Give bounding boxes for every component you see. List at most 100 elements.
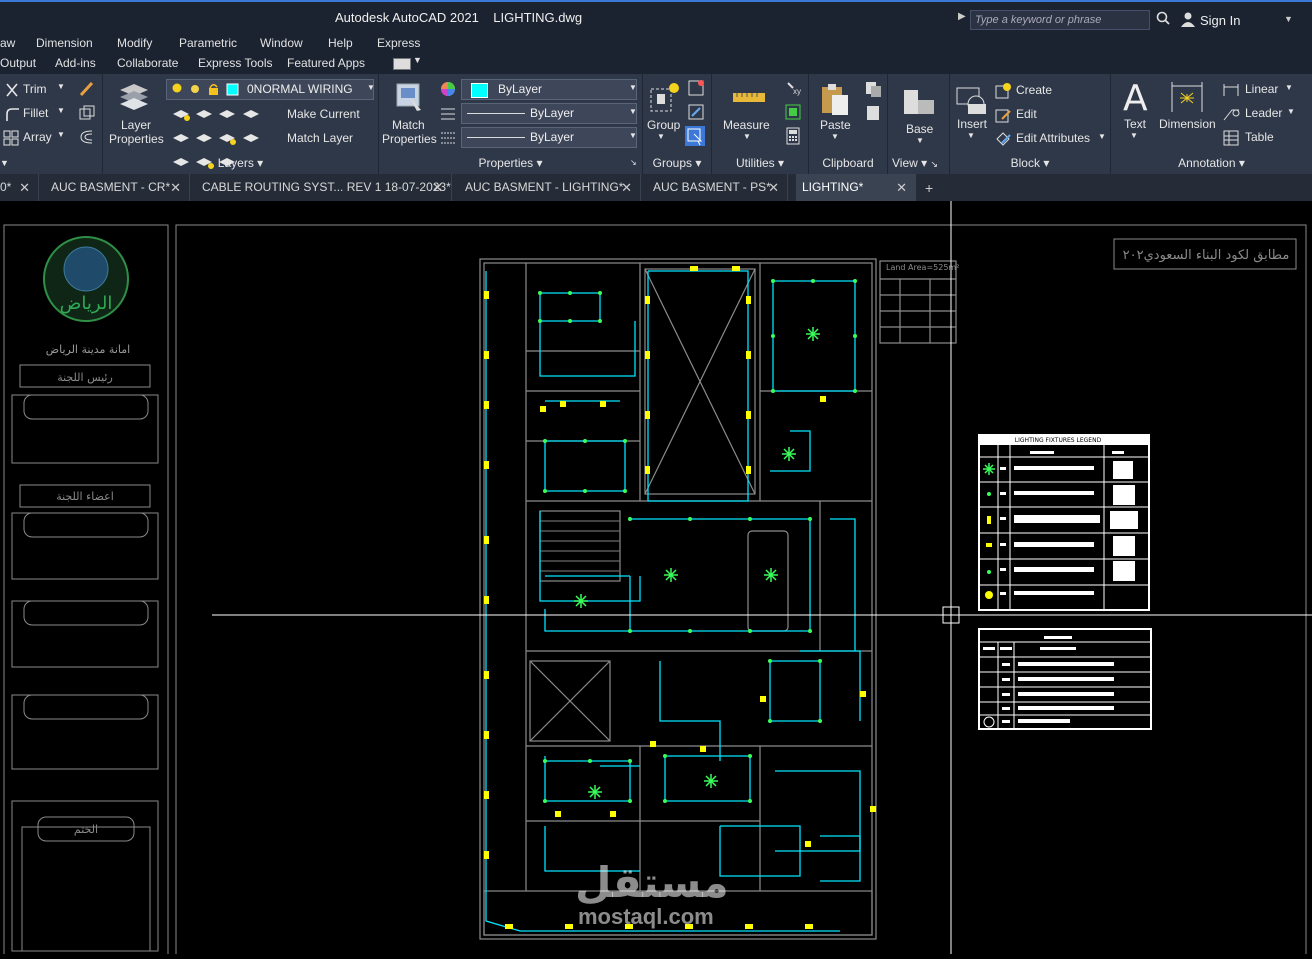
block-panel-title[interactable]: Block ▾ (950, 156, 1110, 170)
doc-tab-4[interactable]: AUC BASMENT - PS* ✕ (647, 174, 788, 201)
drawing-canvas[interactable]: الرياض امانة مدينة الرياض رئيس اللجنة اع… (0, 201, 1312, 956)
calculator-icon[interactable] (784, 127, 802, 150)
offset-icon[interactable] (78, 128, 96, 151)
block-panel: Insert ▼ Create Edit Edit Attributes ▼ B… (950, 74, 1111, 174)
menu-express[interactable]: Express (377, 36, 420, 50)
code-note: مطابق لكود البناء السعودي٢٠٢ (1123, 248, 1290, 263)
measure-icon (732, 90, 766, 109)
dialog-launcher-icon[interactable]: ↘ (630, 158, 637, 167)
close-icon[interactable]: ✕ (768, 174, 779, 201)
new-tab-icon[interactable]: + (925, 180, 933, 196)
edit-attributes-button[interactable]: Edit Attributes (1016, 131, 1090, 145)
array-icon (3, 130, 19, 151)
menu-bar: aw Dimension Modify Parametric Window He… (0, 33, 1312, 53)
ribbon-tabs: Output Add-ins Collaborate Express Tools… (0, 53, 1312, 74)
text-button[interactable]: Text (1124, 117, 1146, 131)
search-input[interactable]: Type a keyword or phrase (970, 10, 1150, 30)
match-layer-button[interactable]: Match Layer (287, 131, 353, 145)
tab-collaborate[interactable]: Collaborate (117, 56, 178, 70)
table-icon (1223, 130, 1239, 151)
paste-button[interactable]: Paste (820, 118, 851, 132)
group-select-icon[interactable] (685, 126, 705, 146)
linear-button[interactable]: Linear (1245, 82, 1278, 96)
clipboard-panel-title[interactable]: Clipboard (809, 156, 887, 170)
lighting-legend: LIGHTING FIXTURES LEGEND (978, 434, 1152, 730)
create-button[interactable]: Create (1016, 83, 1052, 97)
dimension-button[interactable]: Dimension (1159, 117, 1216, 131)
chevron-down-icon[interactable]: ▼ (1284, 14, 1293, 24)
group-edit-icon[interactable] (687, 103, 705, 126)
id-point-icon[interactable]: xy (784, 79, 802, 102)
tab-output[interactable]: Output (0, 56, 36, 70)
trim-button[interactable]: Trim (23, 82, 47, 96)
groups-panel-title[interactable]: Groups ▾ (643, 156, 711, 170)
fillet-button[interactable]: Fillet (23, 106, 48, 120)
tab-add-ins[interactable]: Add-ins (55, 56, 96, 70)
measure-button[interactable]: Measure (723, 118, 770, 132)
menu-draw[interactable]: aw (0, 36, 15, 50)
menu-parametric[interactable]: Parametric (179, 36, 237, 50)
utilities-panel-title[interactable]: Utilities ▾ (712, 156, 808, 170)
drawing-svg[interactable]: الرياض امانة مدينة الرياض رئيس اللجنة اع… (0, 201, 1312, 956)
copy-clip-icon[interactable] (864, 80, 882, 103)
close-icon[interactable]: ✕ (19, 174, 30, 201)
ungroup-icon[interactable] (687, 79, 705, 102)
close-icon[interactable]: ✕ (432, 174, 443, 201)
doc-tab-2[interactable]: CABLE ROUTING SYST... REV 1 18-07-2023* ✕ (196, 174, 452, 201)
cut-icon[interactable] (864, 104, 882, 127)
annotation-panel-title[interactable]: Annotation ▾ (1111, 156, 1312, 170)
menu-modify[interactable]: Modify (117, 36, 152, 50)
base-button[interactable]: Base (906, 122, 933, 136)
match-properties-label-1[interactable]: Match (392, 118, 425, 132)
clipboard-panel: Paste ▼ Clipboard (809, 74, 888, 174)
view-panel: Base ▼ View ▾ ↘ (888, 74, 950, 174)
svg-text:xy: xy (793, 87, 801, 96)
menu-window[interactable]: Window (260, 36, 303, 50)
dimension-icon (1169, 80, 1205, 119)
doc-tab-5[interactable]: LIGHTING* ✕ (796, 174, 916, 201)
copy-icon[interactable] (78, 104, 96, 127)
doc-tab-3[interactable]: AUC BASMENT - LIGHTING* ✕ (459, 174, 641, 201)
utilities-panel: Measure ▼ xy Utilities ▾ (712, 74, 809, 174)
erase-icon[interactable] (78, 80, 96, 103)
ribbon-toggle-icon[interactable] (393, 58, 411, 70)
doc-tab-0[interactable]: 0* ✕ (0, 174, 39, 201)
insert-button[interactable]: Insert (957, 117, 987, 131)
color-wheel-icon (440, 81, 456, 102)
properties-panel: Match Properties ByLayer ▼ ByLayer ▼ ByL… (379, 74, 643, 174)
search-expand-icon[interactable]: ▶ (958, 11, 966, 22)
ribbon: Trim ▼ Fillet ▼ Array ▼ ▼ Layer Properti… (0, 74, 1312, 174)
make-current-button[interactable]: Make Current (287, 107, 360, 121)
close-icon[interactable]: ✕ (621, 174, 632, 201)
match-properties-label-2[interactable]: Properties (382, 132, 437, 146)
chevron-down-icon[interactable]: ▼ (413, 55, 422, 65)
table-button[interactable]: Table (1245, 130, 1274, 144)
groups-panel: Group ▼ Groups ▾ (643, 74, 712, 174)
sign-in-link[interactable]: Sign In (1200, 13, 1240, 28)
layer-properties-label-1[interactable]: Layer (121, 118, 151, 132)
watermark-arabic: مستقل (575, 858, 729, 907)
seal-label: الختم (74, 823, 98, 836)
properties-panel-title[interactable]: Properties ▾ (379, 156, 642, 170)
chandeliers (574, 327, 820, 799)
menu-dimension[interactable]: Dimension (36, 36, 93, 50)
group-button[interactable]: Group (647, 118, 680, 132)
user-icon[interactable] (1180, 11, 1196, 30)
layers-panel-title[interactable]: Layers ▾ (103, 156, 378, 170)
legend-title: LIGHTING FIXTURES LEGEND (1015, 437, 1102, 444)
close-icon[interactable]: ✕ (896, 174, 907, 201)
view-panel-title[interactable]: View ▾ ↘ (892, 156, 949, 170)
menu-help[interactable]: Help (328, 36, 353, 50)
group-icon (649, 81, 683, 120)
quick-select-icon[interactable] (784, 103, 802, 126)
tab-express-tools[interactable]: Express Tools (198, 56, 272, 70)
array-button[interactable]: Array (23, 130, 52, 144)
edit-button[interactable]: Edit (1016, 107, 1037, 121)
tab-featured-apps[interactable]: Featured Apps (287, 56, 365, 70)
layer-properties-label-2[interactable]: Properties (109, 132, 164, 146)
search-icon[interactable] (1156, 11, 1170, 28)
color-swatch (471, 83, 488, 98)
doc-tab-1[interactable]: AUC BASMENT - CR* ✕ (45, 174, 190, 201)
close-icon[interactable]: ✕ (170, 174, 181, 201)
leader-button[interactable]: Leader (1245, 106, 1282, 120)
